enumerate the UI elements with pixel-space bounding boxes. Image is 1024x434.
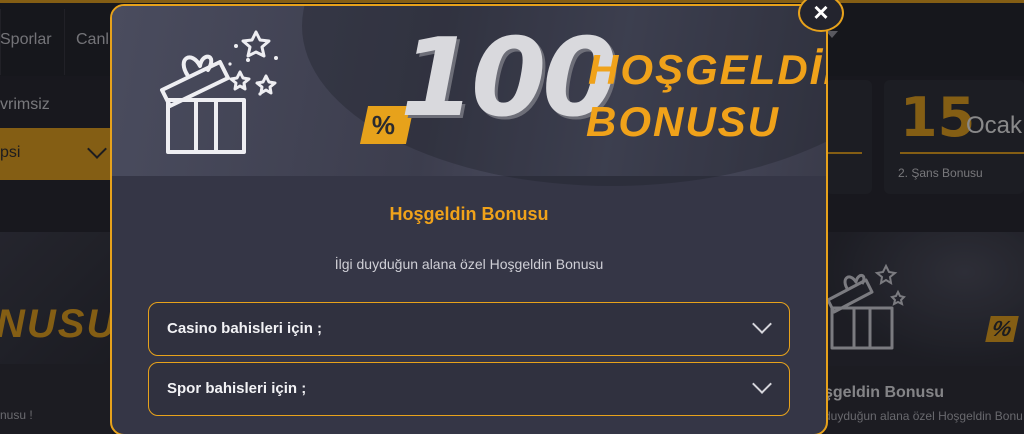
accordion-sports-bets[interactable]: Spor bahisleri için ; xyxy=(148,362,790,416)
accordion-label: Casino bahisleri için ; xyxy=(167,320,323,337)
bonus-amount: 100 xyxy=(400,16,617,141)
close-icon: × xyxy=(813,0,829,27)
banner-headline-line2: BONUSU xyxy=(586,98,781,145)
chevron-down-icon xyxy=(752,374,772,394)
chevron-down-icon xyxy=(752,314,772,334)
accordion-casino-bets[interactable]: Casino bahisleri için ; xyxy=(148,302,790,356)
modal-title: Hoşgeldin Bonusu xyxy=(389,204,549,224)
gift-box-icon xyxy=(160,30,278,154)
accordion-label: Spor bahisleri için ; xyxy=(167,380,307,397)
modal-banner: % 100 HOŞGELDİN BONUSU xyxy=(112,6,826,186)
welcome-bonus-modal: % 100 HOŞGELDİN BONUSU Hoşgeldin Bonusu … xyxy=(110,4,828,434)
banner-headline-line1: HOŞGELDİN xyxy=(588,46,826,93)
modal-subtitle: İlgi duyduğun alana özel Hoşgeldin Bonus… xyxy=(334,256,604,272)
percent-sign: % xyxy=(371,110,396,140)
close-modal-button[interactable]: × xyxy=(798,0,844,32)
